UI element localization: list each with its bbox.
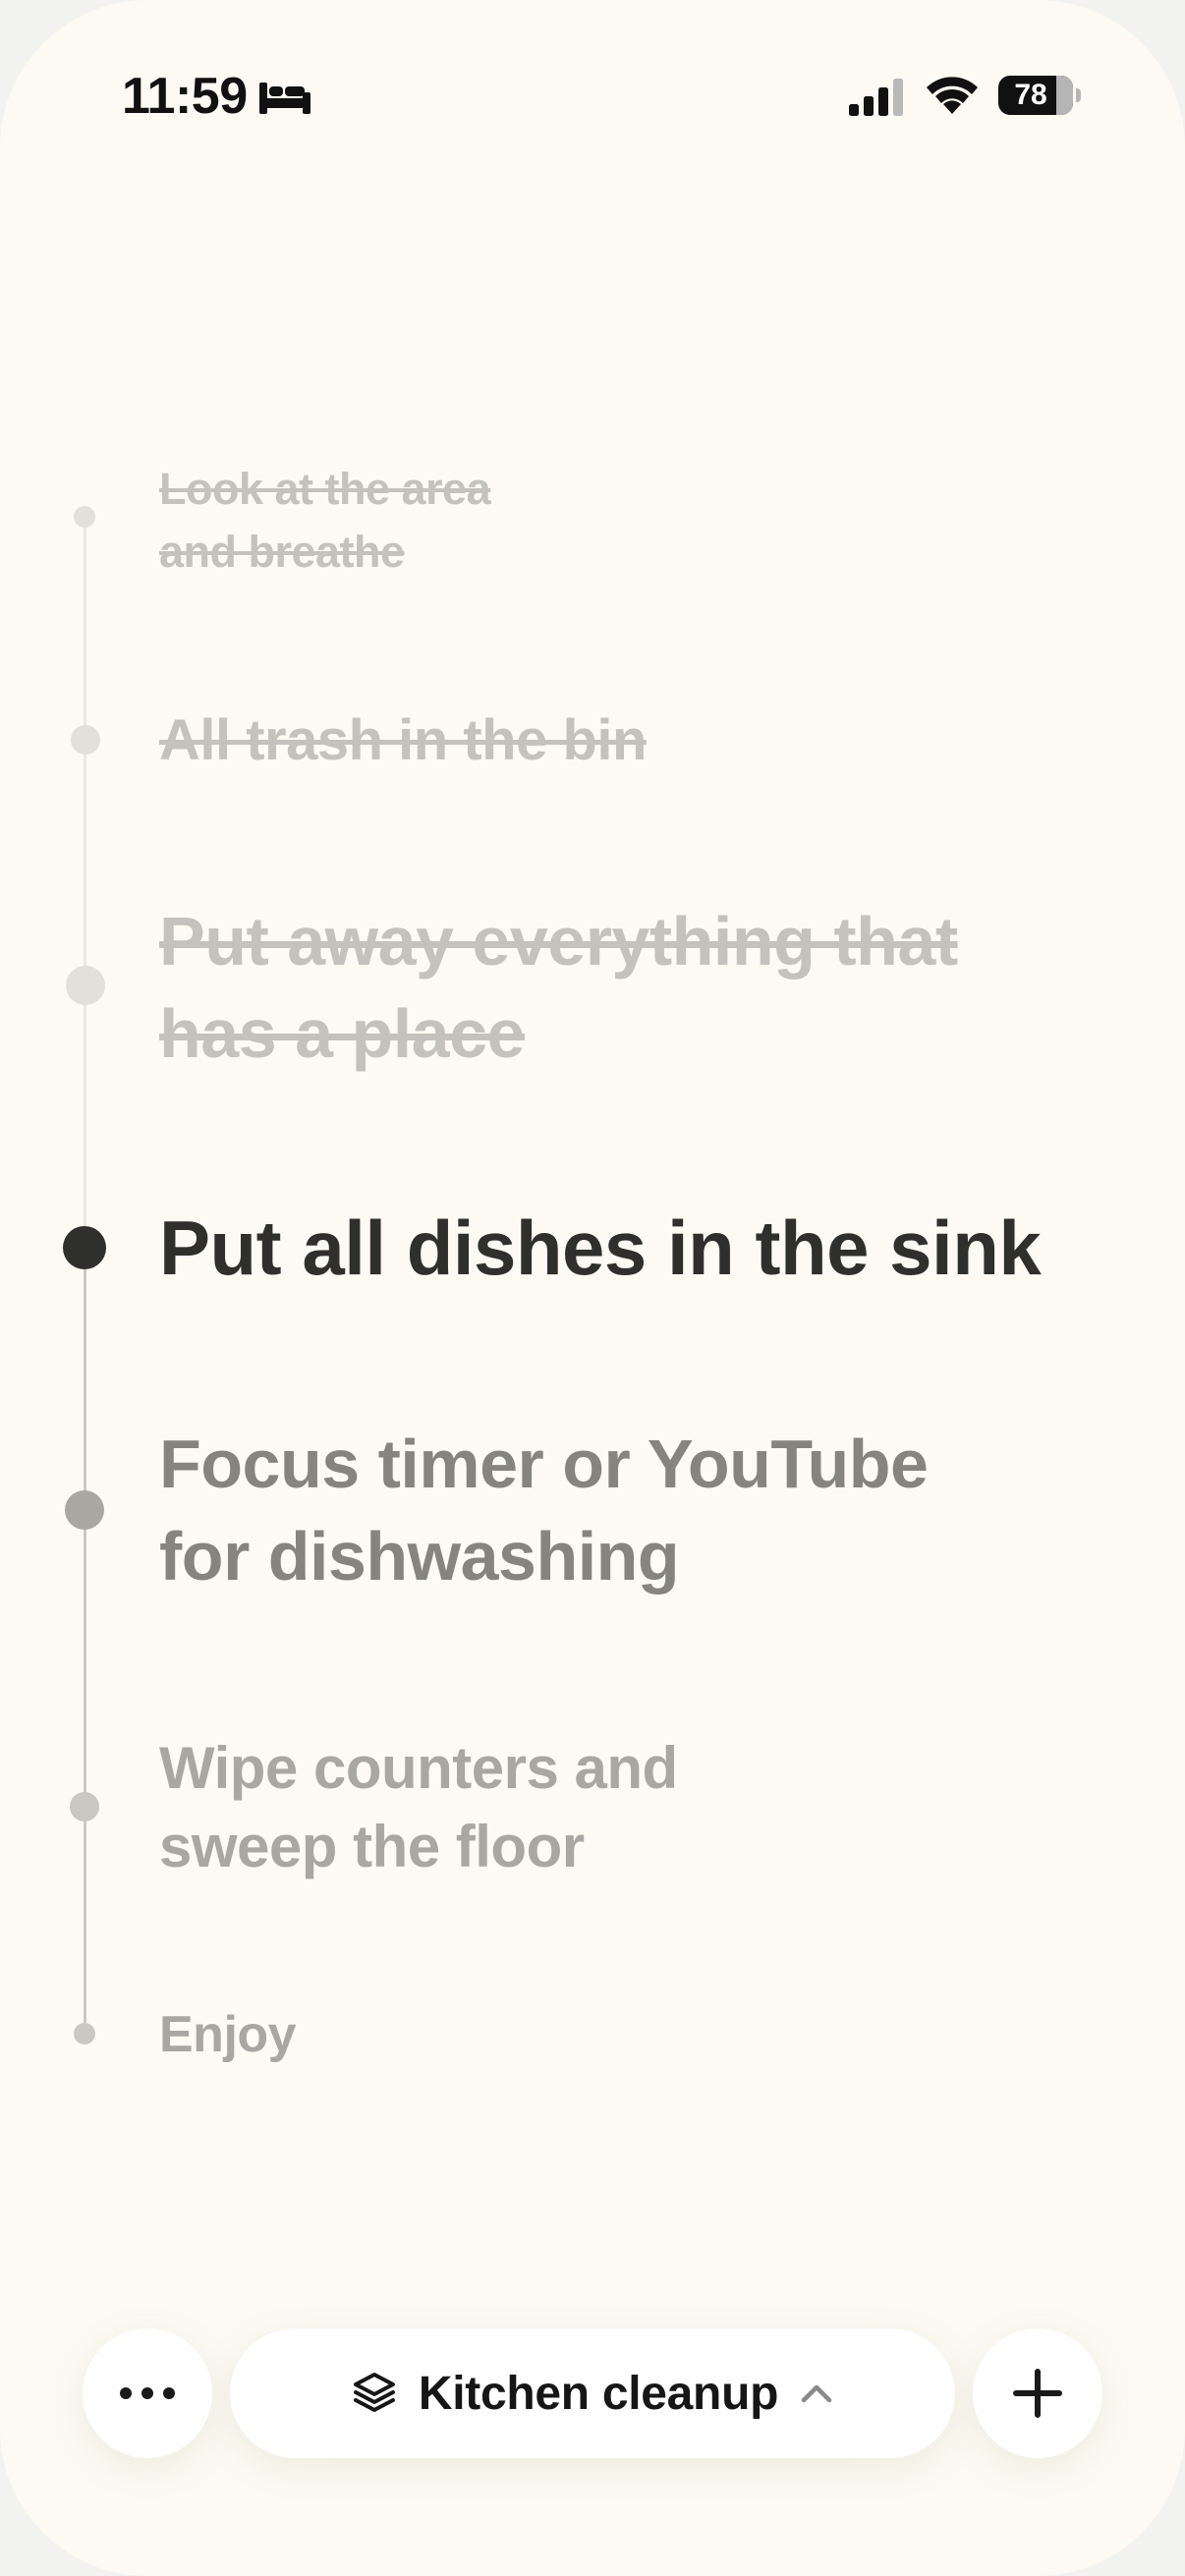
step-label-line: Wipe counters and (159, 1735, 678, 1801)
step-label-line: Focus timer or YouTube (159, 1426, 929, 1502)
step-item-upcoming[interactable]: Wipe counters and sweep the floor (159, 1729, 1093, 1886)
step-item-current[interactable]: Put all dishes in the sink (159, 1201, 1093, 1295)
project-selector-button[interactable]: Kitchen cleanup (230, 2328, 955, 2458)
step-label-line: has a place (159, 995, 525, 1072)
timeline-line-completed (84, 516, 86, 1248)
step-label-line: All trash in the bin (159, 708, 647, 772)
timeline-line-remaining (84, 1248, 86, 2034)
step-item-done[interactable]: Put away everything that has a place (159, 895, 1093, 1080)
project-name: Kitchen cleanup (418, 2367, 779, 2420)
project-selector-content: Kitchen cleanup (230, 2328, 955, 2458)
plus-icon (1013, 2369, 1062, 2418)
step-item-upcoming[interactable]: Enjoy (159, 2004, 1093, 2065)
step-label-line: Put all dishes in the sink (159, 1204, 1042, 1291)
chevron-up-icon (801, 2384, 832, 2403)
step-dot-done (71, 725, 100, 755)
step-label-line: Put away everything that (159, 903, 958, 980)
step-label-line: for dishwashing (159, 1518, 680, 1595)
step-label-line: Look at the area (159, 464, 491, 514)
bottom-edge (0, 2515, 1185, 2576)
step-dot-current (63, 1226, 106, 1269)
step-dot-next (65, 1490, 104, 1530)
step-item-done[interactable]: All trash in the bin (159, 705, 1093, 776)
more-horizontal-icon (120, 2387, 175, 2399)
step-label-line: and breathe (159, 527, 405, 577)
add-button[interactable] (973, 2328, 1102, 2458)
step-label-line: Enjoy (159, 2006, 297, 2063)
step-dot-done (66, 966, 105, 1005)
layers-icon (353, 2373, 395, 2412)
step-item-done[interactable]: Look at the area and breathe (159, 458, 1093, 584)
app-screen: 11:59 78 Look at the area and breathe Al… (0, 0, 1185, 2576)
step-dot-upcoming (74, 2023, 95, 2044)
step-dot-done (74, 506, 95, 528)
step-item-next[interactable]: Focus timer or YouTube for dishwashing (159, 1418, 1093, 1602)
steps-timeline: Look at the area and breathe All trash i… (0, 0, 1185, 2260)
step-dot-upcoming (70, 1792, 99, 1821)
step-label-line: sweep the floor (159, 1814, 585, 1879)
more-button[interactable] (83, 2328, 212, 2458)
